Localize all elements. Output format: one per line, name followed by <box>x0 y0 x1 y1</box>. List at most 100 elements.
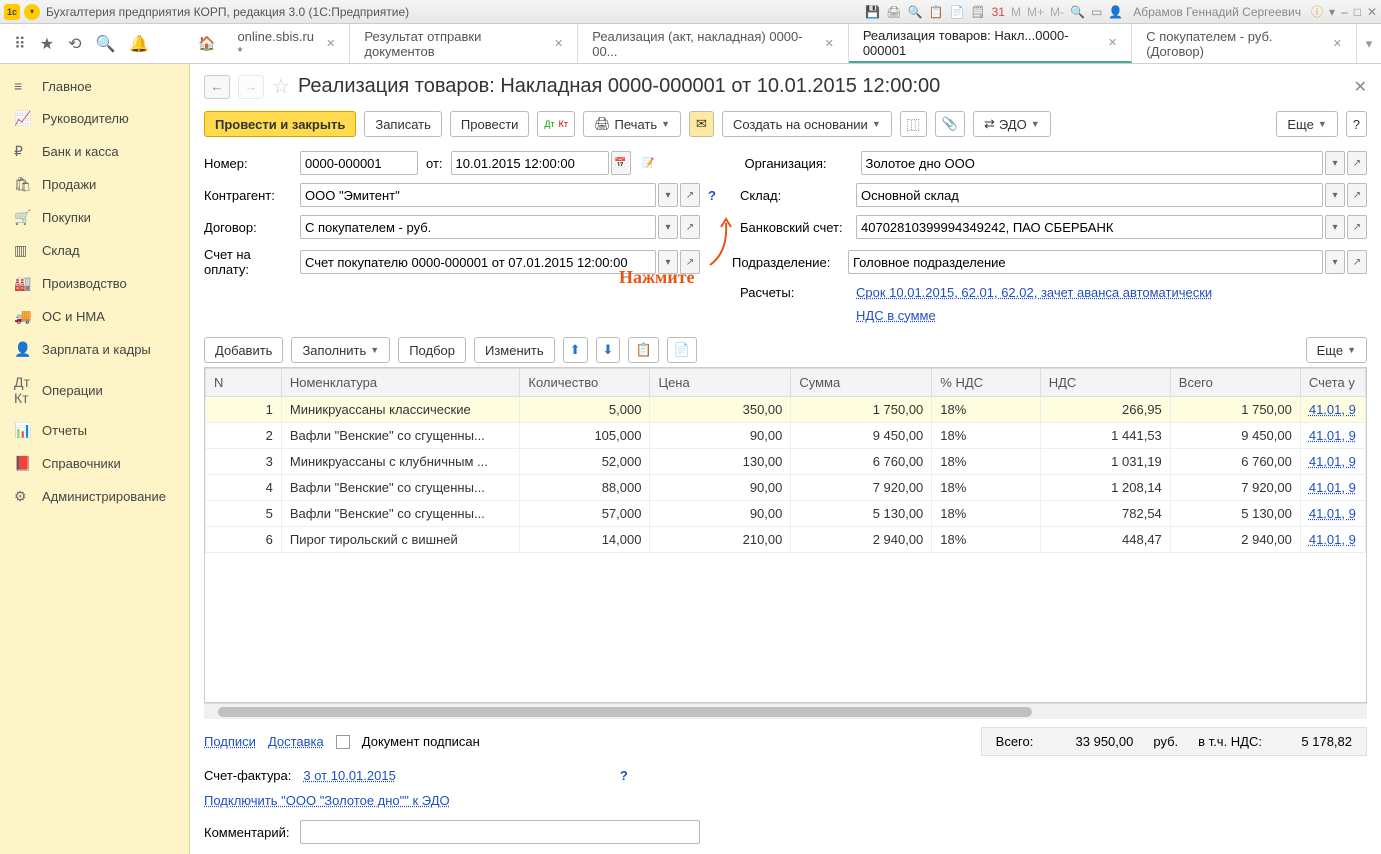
division-dd-icon[interactable]: ▾ <box>1325 250 1345 274</box>
structure-button[interactable]: ⿲ <box>900 111 927 137</box>
tab-1[interactable]: Результат отправки документов✕ <box>350 24 578 63</box>
table-row[interactable]: 3Миникруассаны с клубничным ...52,000130… <box>206 449 1366 475</box>
favorite-star-icon[interactable]: ☆ <box>272 74 290 99</box>
info-icon[interactable]: ⓘ <box>1311 3 1323 20</box>
tab-3[interactable]: Реализация товаров: Накл...0000-000001✕ <box>849 24 1132 63</box>
dd2-icon[interactable]: ▾ <box>1329 5 1335 19</box>
bank-input[interactable] <box>856 215 1323 239</box>
paste-row-button[interactable]: 📄 <box>667 337 697 363</box>
tabs-more-icon[interactable]: ▾ <box>1357 36 1381 52</box>
column-header[interactable]: Сумма <box>791 369 932 397</box>
tab-close-icon[interactable]: ✕ <box>1333 37 1342 50</box>
post-and-close-button[interactable]: Провести и закрыть <box>204 111 356 137</box>
print-icon[interactable]: 🖨 <box>886 5 901 19</box>
connect-edo-link[interactable]: Подключить "ООО "Золотое дно"" к ЭДО <box>204 793 450 808</box>
m-icon[interactable]: M <box>1011 5 1021 19</box>
tab-close-icon[interactable]: ✕ <box>326 37 335 50</box>
close-page-icon[interactable]: ✕ <box>1354 77 1367 97</box>
apps-icon[interactable]: ⠿ <box>14 34 26 54</box>
warehouse-dd-icon[interactable]: ▾ <box>1325 183 1345 207</box>
zoom-icon[interactable]: 🔍 <box>1070 5 1085 19</box>
move-up-button[interactable]: ⬆ <box>563 337 588 363</box>
number-input[interactable] <box>300 151 418 175</box>
delivery-link[interactable]: Доставка <box>268 734 324 749</box>
column-header[interactable]: Счета у <box>1300 369 1365 397</box>
contragent-dd-icon[interactable]: ▾ <box>658 183 678 207</box>
sidebar-item-4[interactable]: 🛒Покупки <box>0 201 189 234</box>
m-minus-icon[interactable]: M- <box>1050 5 1064 19</box>
edit-inline-icon[interactable]: 📝 <box>639 151 659 175</box>
bank-open-icon[interactable]: ↗ <box>1347 215 1367 239</box>
column-header[interactable]: Цена <box>650 369 791 397</box>
sidebar-item-6[interactable]: 🏭Производство <box>0 267 189 300</box>
table-row[interactable]: 6Пирог тирольский с вишней14,000210,002 … <box>206 527 1366 553</box>
print-button[interactable]: 🖨 Печать ▼ <box>583 111 681 137</box>
invoice-help-icon[interactable]: ? <box>620 768 628 783</box>
sidebar-item-9[interactable]: Дт КтОперации <box>0 366 189 414</box>
account-link[interactable]: 41.01, 9 <box>1309 402 1356 417</box>
star-icon[interactable]: ★ <box>40 34 54 54</box>
contragent-help-icon[interactable]: ? <box>708 188 716 203</box>
doc-icon[interactable]: 📄 <box>949 5 964 19</box>
invoice-input[interactable] <box>300 250 656 274</box>
tab-2[interactable]: Реализация (акт, накладная) 0000-00...✕ <box>578 24 849 63</box>
m-plus-icon[interactable]: M+ <box>1027 5 1044 19</box>
signatures-link[interactable]: Подписи <box>204 734 256 749</box>
attach-button[interactable]: 📎 <box>935 111 965 137</box>
horizontal-scrollbar[interactable] <box>204 703 1367 719</box>
sidebar-item-7[interactable]: 🚚ОС и НМА <box>0 300 189 333</box>
org-input[interactable] <box>861 151 1323 175</box>
invoice-facture-link[interactable]: 3 от 10.01.2015 <box>303 768 395 783</box>
calc-icon[interactable]: 🗒 <box>970 5 985 19</box>
column-header[interactable]: Номенклатура <box>281 369 520 397</box>
sidebar-item-1[interactable]: 📈Руководителю <box>0 102 189 135</box>
comment-input[interactable] <box>300 820 700 844</box>
save-icon[interactable]: 💾 <box>865 5 880 19</box>
tab-0[interactable]: online.sbis.ru *✕ <box>223 24 350 63</box>
dropdown-icon[interactable]: ▾ <box>24 4 40 20</box>
column-header[interactable]: НДС <box>1040 369 1170 397</box>
tab-close-icon[interactable]: ✕ <box>825 37 834 50</box>
sidebar-item-10[interactable]: 📊Отчеты <box>0 414 189 447</box>
sidebar-item-2[interactable]: ₽Банк и касса <box>0 135 189 168</box>
user-name[interactable]: Абрамов Геннадий Сергеевич <box>1133 5 1301 19</box>
account-link[interactable]: 41.01, 9 <box>1309 454 1356 469</box>
division-open-icon[interactable]: ↗ <box>1347 250 1367 274</box>
search-icon[interactable]: 🔍 <box>95 34 115 54</box>
tab-4[interactable]: С покупателем - руб. (Договор)✕ <box>1132 24 1357 63</box>
add-row-button[interactable]: Добавить <box>204 337 283 363</box>
nav-back-button[interactable]: ← <box>204 75 230 99</box>
account-link[interactable]: 41.01, 9 <box>1309 428 1356 443</box>
doc-signed-checkbox[interactable] <box>336 735 350 749</box>
post-button[interactable]: Провести <box>450 111 530 137</box>
sidebar-item-8[interactable]: 👤Зарплата и кадры <box>0 333 189 366</box>
account-link[interactable]: 41.01, 9 <box>1309 532 1356 547</box>
calc-link[interactable]: Срок 10.01.2015, 62.01, 62.02, зачет ава… <box>856 285 1212 300</box>
write-button[interactable]: Записать <box>364 111 442 137</box>
vat-link[interactable]: НДС в сумме <box>856 308 936 323</box>
sidebar-item-11[interactable]: 📕Справочники <box>0 447 189 480</box>
contragent-input[interactable] <box>300 183 656 207</box>
column-header[interactable]: Количество <box>520 369 650 397</box>
minimize-icon[interactable]: – <box>1341 5 1348 19</box>
history-icon[interactable]: ⟲ <box>68 34 81 54</box>
windows-icon[interactable]: ▭ <box>1091 5 1102 19</box>
date-input[interactable] <box>451 151 609 175</box>
sidebar-item-5[interactable]: ▥Склад <box>0 234 189 267</box>
contragent-open-icon[interactable]: ↗ <box>680 183 700 207</box>
account-link[interactable]: 41.01, 9 <box>1309 480 1356 495</box>
sidebar-item-0[interactable]: ≡Главное <box>0 70 189 102</box>
table-row[interactable]: 1Миникруассаны классические5,000350,001 … <box>206 397 1366 423</box>
warehouse-open-icon[interactable]: ↗ <box>1347 183 1367 207</box>
division-input[interactable] <box>848 250 1323 274</box>
org-dd-icon[interactable]: ▾ <box>1325 151 1345 175</box>
column-header[interactable]: % НДС <box>932 369 1040 397</box>
clipboard-icon[interactable]: 📋 <box>928 5 943 19</box>
column-header[interactable]: N <box>206 369 282 397</box>
tab-close-icon[interactable]: ✕ <box>554 37 563 50</box>
sidebar-item-12[interactable]: ⚙Администрирование <box>0 480 189 513</box>
table-row[interactable]: 4Вафли "Венские" со сгущенны...88,00090,… <box>206 475 1366 501</box>
warehouse-input[interactable] <box>856 183 1323 207</box>
edo-button[interactable]: ⇄ ЭДО ▼ <box>973 111 1051 137</box>
preview-icon[interactable]: 🔍 <box>908 5 923 19</box>
